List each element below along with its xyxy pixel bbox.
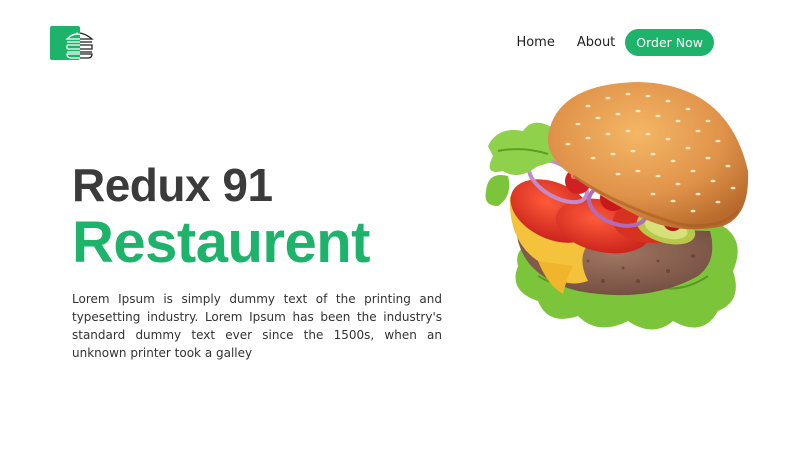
burger-image	[485, 82, 749, 330]
hero-subtitle: Restaurent	[72, 210, 370, 275]
hero-description: Lorem Ipsum is simply dummy text of the …	[72, 292, 442, 360]
nav-about-link[interactable]: About	[577, 35, 615, 50]
top-nav: Home About Order Now	[516, 29, 714, 56]
burger-logo-icon[interactable]	[50, 26, 94, 60]
nav-home-link[interactable]: Home	[516, 35, 554, 50]
order-now-button[interactable]: Order Now	[625, 29, 714, 56]
hero-title: Redux 91	[72, 159, 273, 211]
landing-page: Home About Order Now Redux 91 Restaurent…	[0, 0, 800, 460]
